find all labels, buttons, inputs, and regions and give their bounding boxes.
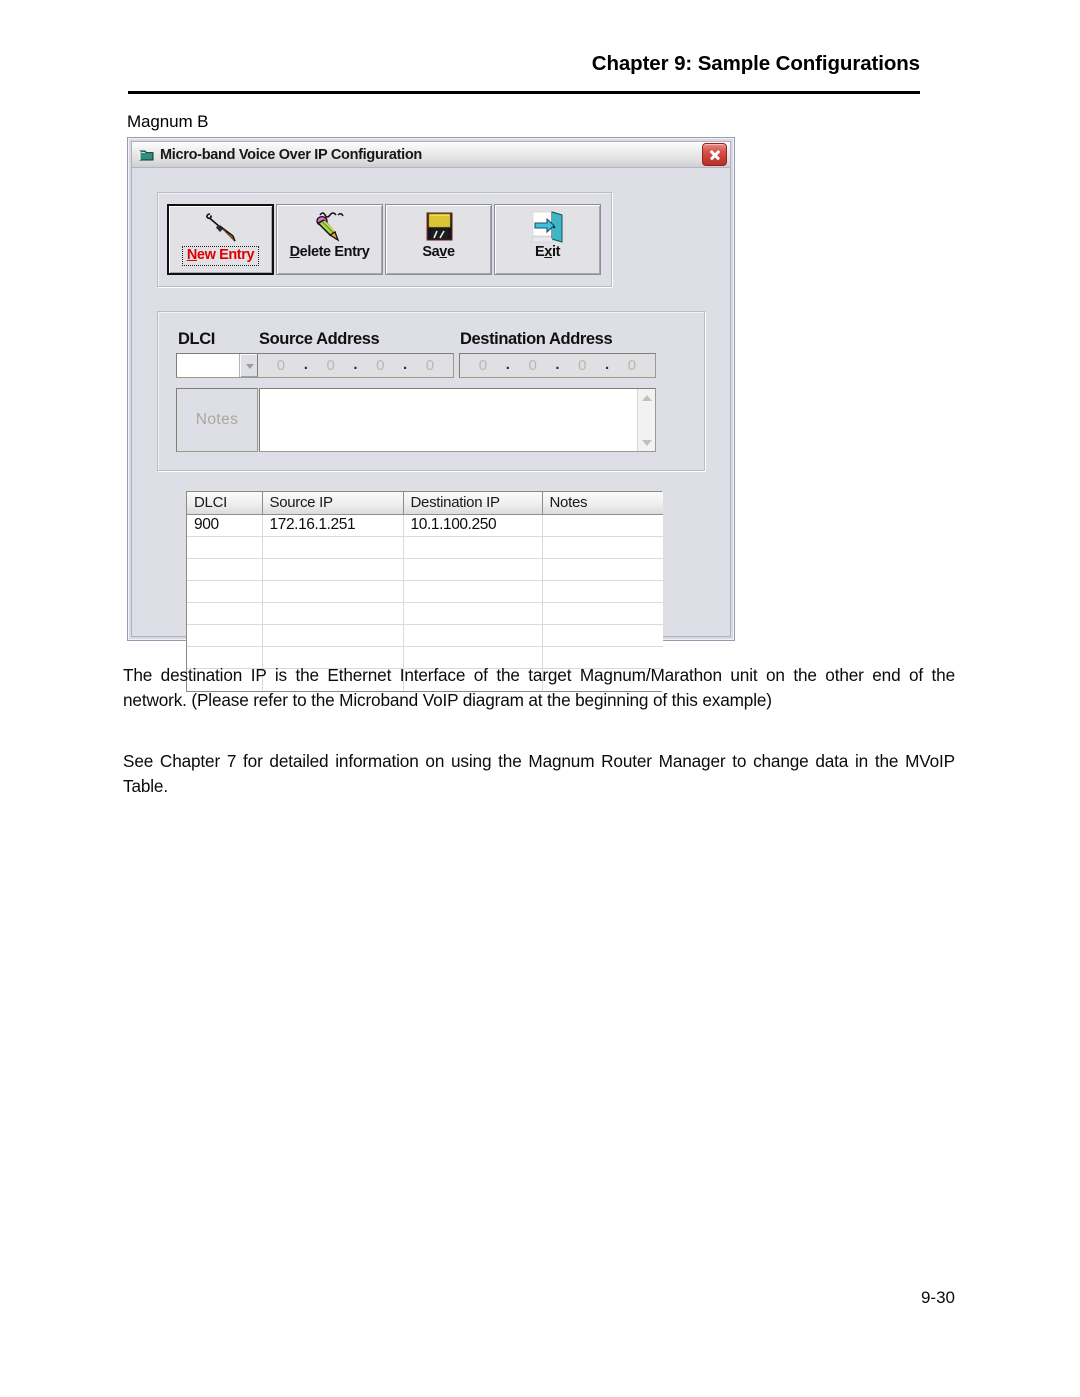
destination-octet-2: 0 — [528, 357, 537, 374]
column-header-destination-ip[interactable]: Destination IP — [403, 492, 543, 515]
cell-source-ip[interactable] — [262, 536, 404, 559]
cell-source-ip[interactable]: 172.16.1.251 — [262, 514, 404, 537]
paragraph-destination-ip: The destination IP is the Ethernet Inter… — [123, 665, 955, 711]
ip-separator: . — [353, 356, 358, 373]
cell-source-ip[interactable] — [262, 558, 404, 581]
save-label: Save — [422, 244, 455, 260]
cell-notes[interactable] — [542, 602, 663, 625]
cell-dlci[interactable] — [187, 580, 263, 603]
mvoip-table-element: DLCI Source IP Destination IP Notes 900 … — [187, 492, 663, 691]
delete-entry-label: Delete Entry — [289, 244, 370, 260]
delete-entry-button[interactable]: Delete Entry — [276, 204, 383, 275]
cell-dlci[interactable] — [187, 558, 263, 581]
ip-separator: . — [555, 356, 560, 373]
exit-door-icon — [495, 205, 600, 245]
source-octet-1: 0 — [276, 357, 286, 374]
table-header-row: DLCI Source IP Destination IP Notes — [187, 492, 663, 515]
chevron-down-icon[interactable] — [239, 354, 259, 377]
dlci-input[interactable] — [177, 354, 239, 377]
entry-form-panel: DLCI Source Address Destination Address … — [157, 311, 705, 471]
mvoip-table: DLCI Source IP Destination IP Notes 900 … — [186, 491, 663, 692]
dlci-label: DLCI — [178, 330, 215, 348]
window-titlebar[interactable]: Micro-band Voice Over IP Configuration — [132, 142, 730, 168]
page-title: Chapter 9: Sample Configurations — [591, 52, 920, 75]
cell-dlci[interactable] — [187, 602, 263, 625]
notes-scrollbar[interactable] — [637, 389, 655, 451]
notes-label: Notes — [176, 388, 258, 452]
new-entry-button[interactable]: New Entry — [167, 204, 274, 275]
table-row[interactable] — [187, 580, 663, 603]
column-header-dlci[interactable]: DLCI — [187, 492, 263, 515]
table-row[interactable] — [187, 602, 663, 625]
source-address-input[interactable]: 0 . 0 . 0 . 0 — [257, 353, 454, 378]
ip-separator: . — [605, 356, 610, 373]
new-entry-label: New Entry — [181, 246, 260, 266]
page-header: Chapter 9: Sample Configurations — [128, 52, 920, 94]
notes-input[interactable] — [259, 388, 656, 452]
exit-button[interactable]: Exit — [494, 204, 601, 275]
notes-label-text: Notes — [195, 411, 239, 428]
cell-source-ip[interactable] — [262, 624, 404, 647]
window-frame: Micro-band Voice Over IP Configuration N… — [131, 141, 731, 692]
cell-destination-ip[interactable] — [403, 602, 543, 625]
scroll-up-icon[interactable] — [638, 389, 655, 406]
scroll-down-icon[interactable] — [638, 434, 655, 451]
cell-destination-ip[interactable] — [403, 580, 543, 603]
destination-address-input[interactable]: 0 . 0 . 0 . 0 — [459, 353, 656, 378]
cell-destination-ip[interactable] — [403, 536, 543, 559]
cell-notes[interactable] — [542, 514, 663, 537]
ip-separator: . — [303, 356, 308, 373]
window-title: Micro-band Voice Over IP Configuration — [160, 146, 422, 163]
table-row[interactable]: 900 172.16.1.251 10.1.100.250 — [187, 514, 663, 537]
ip-separator: . — [505, 356, 510, 373]
column-header-source-ip[interactable]: Source IP — [262, 492, 404, 515]
section-caption: Magnum B — [127, 112, 209, 131]
cell-notes[interactable] — [542, 580, 663, 603]
cell-notes[interactable] — [542, 558, 663, 581]
cell-dlci[interactable]: 900 — [187, 514, 263, 537]
dlci-combobox[interactable] — [176, 353, 260, 378]
column-header-notes[interactable]: Notes — [542, 492, 663, 515]
destination-octet-4: 0 — [627, 357, 637, 374]
cell-notes[interactable] — [542, 624, 663, 647]
page-number: 9-30 — [920, 1288, 955, 1307]
ip-separator: . — [403, 356, 408, 373]
table-row[interactable] — [187, 558, 663, 581]
cell-source-ip[interactable] — [262, 580, 404, 603]
source-octet-2: 0 — [326, 357, 335, 374]
cell-notes[interactable] — [542, 536, 663, 559]
folder-icon — [139, 148, 154, 162]
window-body: New Entry Delete Entry Save Exit DLCI So… — [132, 168, 730, 692]
pencil-eraser-icon — [277, 205, 382, 245]
cell-destination-ip[interactable]: 10.1.100.250 — [403, 514, 543, 537]
paragraph-see-chapter-7: See Chapter 7 for detailed information o… — [123, 751, 955, 797]
destination-octet-3: 0 — [578, 357, 587, 374]
table-row[interactable] — [187, 624, 663, 647]
pen-writing-icon — [169, 206, 272, 246]
save-button[interactable]: Save — [385, 204, 492, 275]
destination-octet-1: 0 — [478, 357, 488, 374]
source-address-label: Source Address — [259, 330, 380, 348]
destination-address-label: Destination Address — [460, 330, 613, 348]
source-octet-4: 0 — [425, 357, 435, 374]
notes-textarea[interactable] — [260, 389, 637, 451]
cell-source-ip[interactable] — [262, 602, 404, 625]
exit-label: Exit — [534, 244, 560, 260]
toolbar-panel: New Entry Delete Entry Save Exit — [157, 192, 612, 287]
close-icon[interactable] — [702, 143, 727, 166]
header-divider — [128, 90, 920, 94]
voip-configuration-window: Micro-band Voice Over IP Configuration N… — [127, 137, 735, 692]
toolbar-button-row: New Entry Delete Entry Save Exit — [167, 204, 603, 275]
cell-dlci[interactable] — [187, 536, 263, 559]
source-octet-3: 0 — [376, 357, 385, 374]
floppy-disk-icon — [386, 205, 491, 245]
table-row[interactable] — [187, 536, 663, 559]
cell-destination-ip[interactable] — [403, 558, 543, 581]
cell-destination-ip[interactable] — [403, 624, 543, 647]
cell-dlci[interactable] — [187, 624, 263, 647]
